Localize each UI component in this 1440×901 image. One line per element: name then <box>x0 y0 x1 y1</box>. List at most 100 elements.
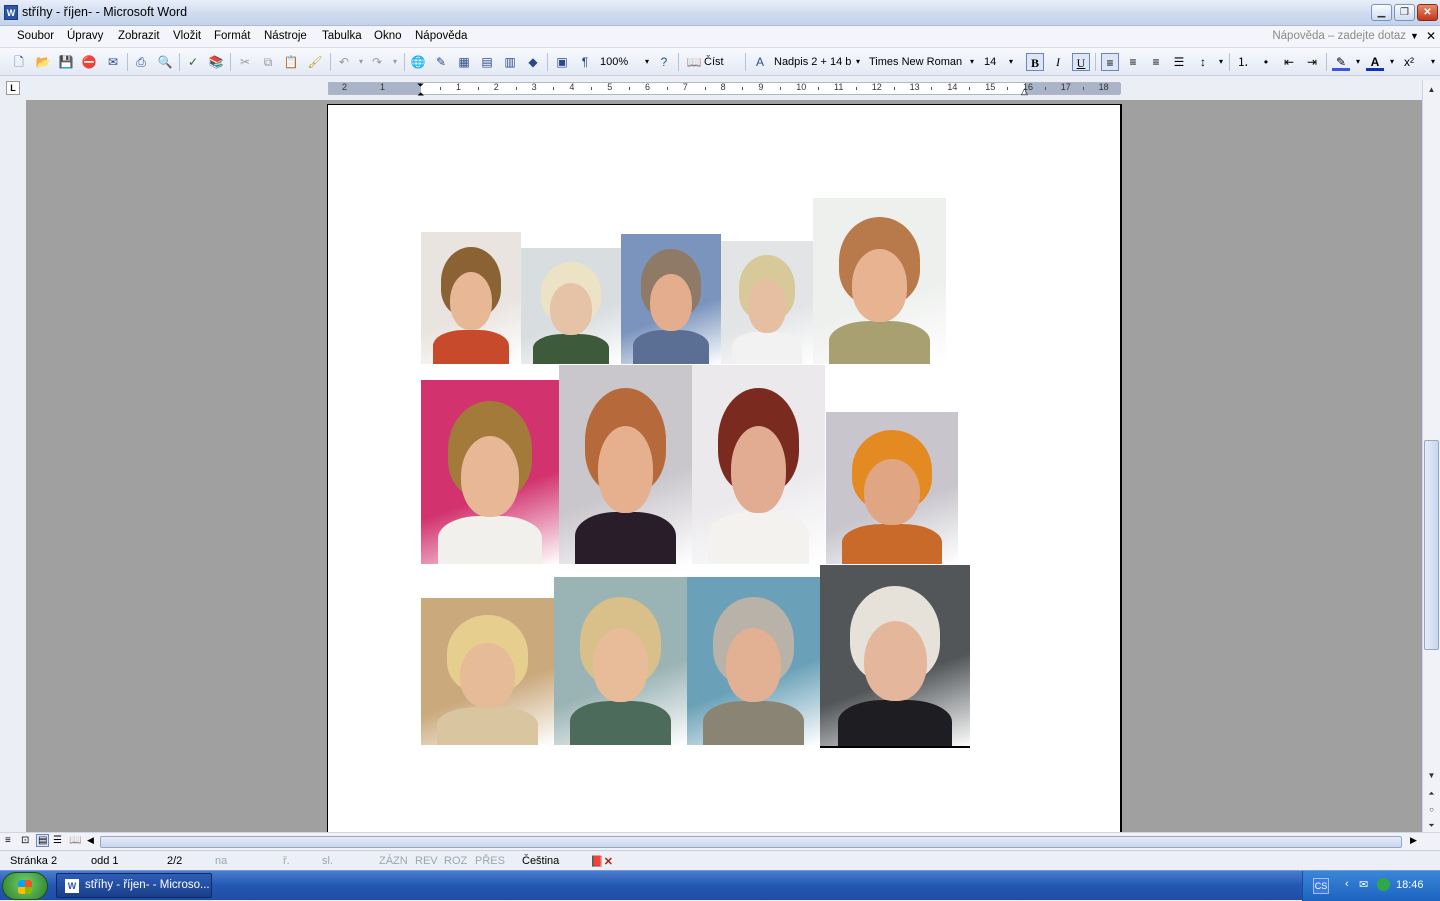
highlight-dropdown-icon[interactable]: ▾ <box>1349 53 1367 71</box>
help-icon[interactable]: ? <box>655 53 673 71</box>
restore-button[interactable]: ❐ <box>1394 4 1415 21</box>
cut-icon[interactable]: ✂ <box>236 53 254 71</box>
paste-icon[interactable]: 📋 <box>282 53 300 71</box>
hairstyle-photo[interactable] <box>559 365 692 564</box>
start-button[interactable] <box>2 872 48 900</box>
horizontal-ruler[interactable]: 2 1 ⏷ ⏶ △ 1 2 3 4 5 6 7 8 9 10 11 12 13 14 15 16 17 18 <box>328 80 1121 99</box>
hairstyle-photo[interactable] <box>692 365 825 564</box>
reading-layout-icon[interactable]: 📖 <box>69 835 81 846</box>
line-spacing-dropdown-icon[interactable]: ▾ <box>1212 53 1230 71</box>
vertical-scroll-thumb[interactable] <box>1424 440 1439 650</box>
font-size-dropdown-icon[interactable]: ▾ <box>1002 53 1020 71</box>
new-document-icon[interactable]: 🗋 <box>10 53 28 71</box>
style-dropdown-icon[interactable]: ▾ <box>849 53 867 71</box>
highlight-icon[interactable]: ✎ <box>1332 53 1350 71</box>
close-button[interactable]: ✕ <box>1417 4 1438 21</box>
status-rev[interactable]: REV <box>415 855 438 867</box>
minimize-button[interactable]: ▁ <box>1371 4 1392 21</box>
hairstyle-photo[interactable] <box>826 412 958 564</box>
open-folder-icon[interactable]: 📂 <box>34 53 52 71</box>
clock[interactable]: 18:46 <box>1396 879 1424 891</box>
vertical-scrollbar[interactable]: ▲ ▼ ⏶ ○ ⏷ <box>1422 80 1440 832</box>
hairstyle-photo[interactable] <box>687 577 820 745</box>
format-painter-icon[interactable]: 🖌 <box>306 53 324 71</box>
align-right-icon[interactable]: ≡ <box>1147 53 1165 71</box>
hanging-indent-marker[interactable]: ⏶ <box>417 89 424 100</box>
style-select[interactable]: Nadpis 2 + 14 b <box>772 53 852 71</box>
decrease-indent-icon[interactable]: ⇤ <box>1280 53 1298 71</box>
menu-nastroje[interactable]: Nástroje <box>264 30 307 42</box>
show-hidden-icons-icon[interactable]: ‹ <box>1345 878 1349 890</box>
scroll-left-arrow-icon[interactable]: ◀ <box>87 835 94 846</box>
font-select[interactable]: Times New Roman <box>867 53 967 71</box>
menu-vlozit[interactable]: Vložit <box>173 30 201 42</box>
hairstyle-photo[interactable] <box>820 565 970 747</box>
menu-soubor[interactable]: Soubor <box>17 30 54 42</box>
tab-selector-button[interactable]: L <box>6 81 20 95</box>
align-left-icon[interactable]: ≡ <box>1101 53 1119 71</box>
hairstyle-photo[interactable] <box>421 380 559 564</box>
permission-icon[interactable]: ⛔ <box>80 53 98 71</box>
hairstyle-photo[interactable] <box>521 248 621 364</box>
increase-indent-icon[interactable]: ⇥ <box>1303 53 1321 71</box>
menu-okno[interactable]: Okno <box>374 30 402 42</box>
hyperlink-icon[interactable]: 🌐 <box>409 53 427 71</box>
justify-icon[interactable]: ☰ <box>1170 53 1188 71</box>
document-map-icon[interactable]: ▣ <box>553 53 571 71</box>
research-icon[interactable]: 📚 <box>207 53 225 71</box>
scroll-up-arrow-icon[interactable]: ▲ <box>1424 82 1439 97</box>
scroll-right-arrow-icon[interactable]: ▶ <box>1410 835 1417 846</box>
numbering-icon[interactable]: ⒈ <box>1234 53 1252 71</box>
font-dropdown-icon[interactable]: ▾ <box>963 53 981 71</box>
word-document-icon[interactable]: W <box>4 5 18 20</box>
menu-upravy[interactable]: Úpravy <box>67 30 103 42</box>
underline-button[interactable]: U <box>1072 53 1090 71</box>
drawing-icon[interactable]: ◆ <box>524 53 542 71</box>
normal-view-icon[interactable]: ≡ <box>5 835 11 846</box>
mail-icon[interactable]: ✉ <box>1359 878 1368 891</box>
network-icon[interactable] <box>1377 878 1390 891</box>
status-language[interactable]: Čeština <box>522 855 559 867</box>
show-hide-pilcrow-button[interactable]: ¶ <box>576 53 594 71</box>
outline-view-icon[interactable]: ☰ <box>53 835 62 846</box>
status-ext[interactable]: ROZ <box>444 855 467 867</box>
menu-zobrazit[interactable]: Zobrazit <box>118 30 160 42</box>
redo-icon[interactable]: ↷ <box>368 53 386 71</box>
undo-icon[interactable]: ↶ <box>335 53 353 71</box>
hairstyle-photo[interactable] <box>721 241 813 364</box>
hairstyle-photo[interactable] <box>421 598 554 745</box>
menu-tabulka[interactable]: Tabulka <box>322 30 362 42</box>
hairstyle-photo[interactable] <box>621 234 721 364</box>
select-browse-object-icon[interactable]: ○ <box>1424 802 1439 817</box>
zoom-dropdown-icon[interactable]: ▾ <box>638 53 656 71</box>
spelling-icon[interactable]: ✓ <box>184 53 202 71</box>
menu-napoveda[interactable]: Nápověda <box>415 30 467 42</box>
close-document-icon[interactable]: ✕ <box>1426 29 1436 43</box>
menu-format[interactable]: Formát <box>214 30 250 42</box>
italic-button[interactable]: I <box>1049 53 1067 71</box>
next-page-icon[interactable]: ⏷ <box>1424 818 1439 833</box>
save-icon[interactable]: 💾 <box>57 53 75 71</box>
previous-page-icon[interactable]: ⏶ <box>1424 786 1439 801</box>
font-color-dropdown-icon[interactable]: ▾ <box>1383 53 1401 71</box>
insert-excel-icon[interactable]: ▤ <box>478 53 496 71</box>
status-rec[interactable]: ZÁZN <box>379 855 408 867</box>
toolbar-overflow-icon[interactable]: ▾ <box>1424 53 1440 71</box>
styles-formatting-icon[interactable]: A <box>751 53 769 71</box>
language-indicator[interactable]: CS <box>1313 878 1329 894</box>
chevron-down-icon[interactable]: ▼ <box>1410 31 1419 41</box>
web-layout-icon[interactable]: ⊡ <box>21 835 29 846</box>
help-search-input[interactable]: Nápověda – zadejte dotaz <box>1272 30 1406 42</box>
hairstyle-photo[interactable] <box>554 577 687 745</box>
status-ovr[interactable]: PŘES <box>475 855 505 867</box>
superscript-button[interactable]: x² <box>1400 53 1418 71</box>
taskbar-item-word[interactable]: W stříhy - říjen- - Microso... <box>56 873 212 898</box>
horizontal-scroll-thumb[interactable] <box>100 836 1402 848</box>
font-size-select[interactable]: 14 <box>982 53 1004 71</box>
bullets-icon[interactable]: • <box>1257 53 1275 71</box>
print-layout-icon[interactable]: ▤ <box>36 834 50 847</box>
tables-borders-icon[interactable]: ✎ <box>432 53 450 71</box>
print-preview-icon[interactable]: 🔍 <box>156 53 174 71</box>
insert-table-icon[interactable]: ▦ <box>455 53 473 71</box>
spelling-status-icon[interactable]: 📕✕ <box>590 855 613 868</box>
